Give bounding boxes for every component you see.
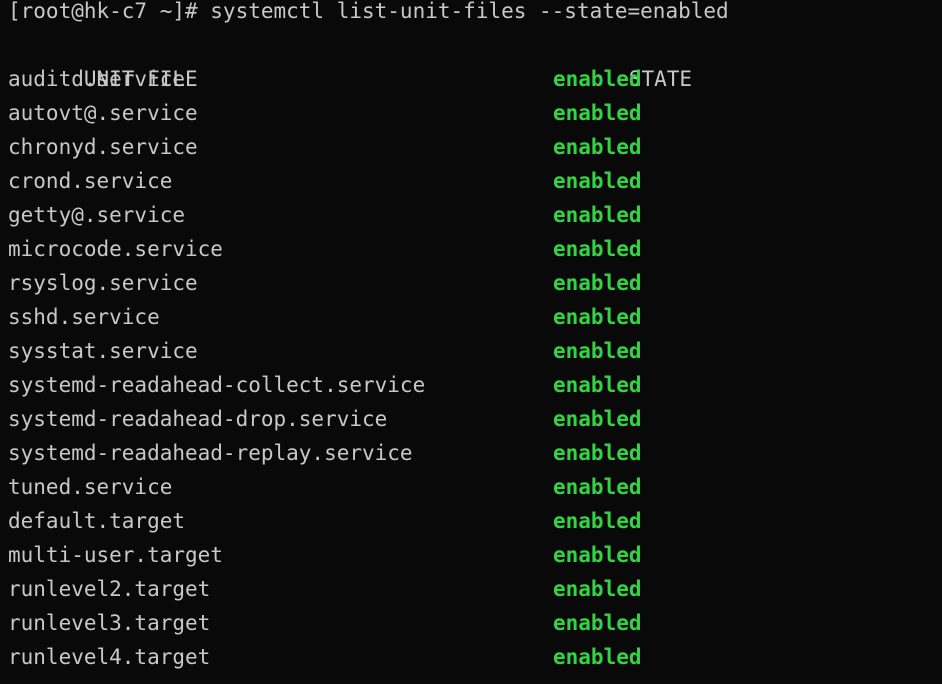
unit-file-row: systemd-readahead-drop.service enabled — [8, 402, 942, 436]
unit-file-state: enabled — [553, 339, 642, 363]
unit-file-state: enabled — [553, 441, 642, 465]
unit-file-name: microcode.service — [8, 237, 223, 261]
unit-file-row: autovt@.service enabled — [8, 96, 942, 130]
unit-file-row: sshd.service enabled — [8, 300, 942, 334]
unit-file-row: systemd-readahead-replay.service enabled — [8, 436, 942, 470]
terminal-screen: [root@hk-c7 ~]# systemctl list-unit-file… — [8, 0, 942, 674]
unit-file-state: enabled — [553, 509, 642, 533]
unit-file-state: enabled — [553, 645, 642, 669]
unit-file-name: auditd.service — [8, 67, 186, 91]
unit-file-row: default.target enabled — [8, 504, 942, 538]
unit-file-row: getty@.service enabled — [8, 198, 942, 232]
unit-file-row: tuned.service enabled — [8, 470, 942, 504]
unit-file-row: microcode.service enabled — [8, 232, 942, 266]
unit-file-name: systemd-readahead-collect.service — [8, 373, 426, 397]
output-column-header-row: UNIT FILE STATE — [8, 28, 942, 91]
unit-file-state: enabled — [553, 475, 642, 499]
unit-file-state: enabled — [553, 203, 642, 227]
unit-file-list: auditd.service enabled autovt@.service enab… — [8, 62, 942, 674]
shell-prompt-command-line: [root@hk-c7 ~]# systemctl list-unit-file… — [8, 0, 729, 23]
unit-file-row: runlevel4.target enabled — [8, 640, 942, 674]
unit-file-state: enabled — [553, 577, 642, 601]
unit-file-name: runlevel3.target — [8, 611, 211, 635]
unit-file-row: systemd-readahead-collect.service enabled — [8, 368, 942, 402]
unit-file-state: enabled — [553, 373, 642, 397]
unit-file-name: tuned.service — [8, 475, 173, 499]
unit-file-state: enabled — [553, 135, 642, 159]
unit-file-state: enabled — [553, 543, 642, 567]
unit-file-row: rsyslog.service enabled — [8, 266, 942, 300]
unit-file-state: enabled — [553, 101, 642, 125]
unit-file-name: runlevel4.target — [8, 645, 211, 669]
unit-file-name: crond.service — [8, 169, 173, 193]
unit-file-name: sshd.service — [8, 305, 160, 329]
unit-file-state: enabled — [553, 237, 642, 261]
unit-file-row: chronyd.service enabled — [8, 130, 942, 164]
unit-file-name: multi-user.target — [8, 543, 223, 567]
unit-file-state: enabled — [553, 407, 642, 431]
unit-file-name: runlevel2.target — [8, 577, 211, 601]
unit-file-name: default.target — [8, 509, 186, 533]
unit-file-row: sysstat.service enabled — [8, 334, 942, 368]
unit-file-state: enabled — [553, 271, 642, 295]
unit-file-name: chronyd.service — [8, 135, 198, 159]
unit-file-state: enabled — [553, 169, 642, 193]
terminal-window[interactable]: [root@hk-c7 ~]# systemctl list-unit-file… — [0, 0, 942, 684]
unit-file-state: enabled — [553, 67, 642, 91]
unit-file-name: sysstat.service — [8, 339, 198, 363]
unit-file-name: autovt@.service — [8, 101, 198, 125]
unit-file-state: enabled — [553, 305, 642, 329]
unit-file-row: runlevel3.target enabled — [8, 606, 942, 640]
unit-file-name: systemd-readahead-replay.service — [8, 441, 413, 465]
unit-file-row: runlevel2.target enabled — [8, 572, 942, 606]
unit-file-name: systemd-readahead-drop.service — [8, 407, 388, 431]
unit-file-row: multi-user.target enabled — [8, 538, 942, 572]
unit-file-row: auditd.service enabled — [8, 62, 942, 96]
unit-file-state: enabled — [553, 611, 642, 635]
unit-file-row: crond.service enabled — [8, 164, 942, 198]
unit-file-name: getty@.service — [8, 203, 186, 227]
unit-file-name: rsyslog.service — [8, 271, 198, 295]
